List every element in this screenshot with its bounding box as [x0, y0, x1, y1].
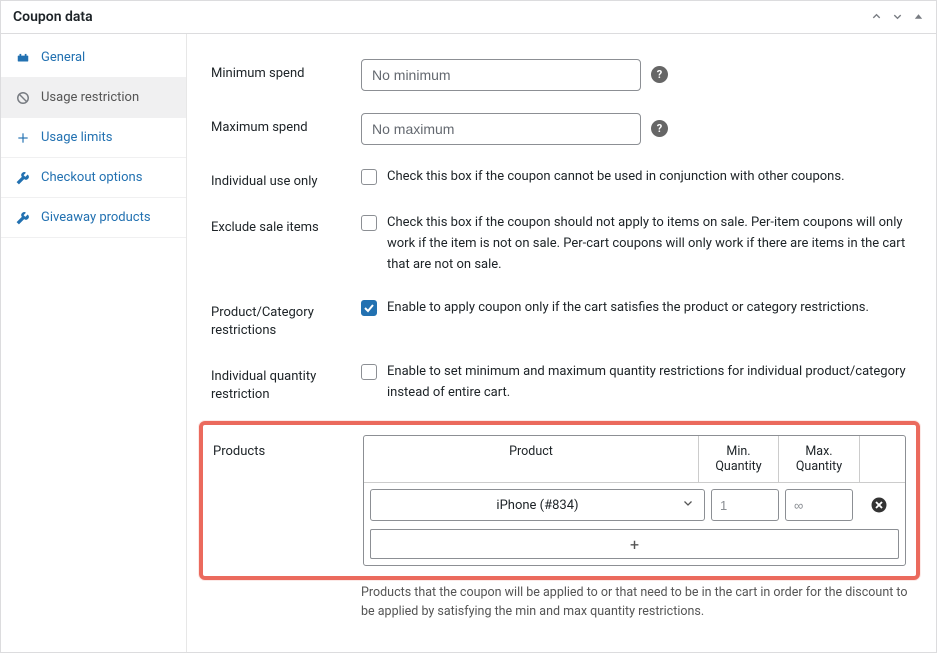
- col-min-qty: Min. Quantity: [699, 436, 779, 482]
- sliders-icon: [15, 131, 31, 145]
- iq-restriction-text: Enable to set minimum and maximum quanti…: [387, 362, 912, 404]
- coupon-data-panel: Coupon data General: [0, 0, 937, 653]
- individual-use-checkbox[interactable]: [361, 169, 377, 185]
- product-select-value: iPhone (#834): [496, 498, 578, 513]
- help-icon[interactable]: ?: [651, 66, 668, 83]
- max-qty-input[interactable]: [785, 489, 853, 521]
- exclude-sale-checkbox[interactable]: [361, 215, 377, 231]
- panel-body: General Usage restriction Usage limits C…: [1, 34, 936, 652]
- products-highlight: Products Product Min. Quantity Max. Quan…: [199, 421, 920, 580]
- row-maximum-spend: Maximum spend ?: [211, 102, 912, 156]
- label-pc-restrictions: Product/Category restrictions: [211, 298, 361, 340]
- add-product-button[interactable]: +: [370, 529, 899, 559]
- ban-icon: [15, 91, 31, 105]
- panel-title: Coupon data: [13, 9, 93, 25]
- products-table: Product Min. Quantity Max. Quantity iPho…: [363, 435, 906, 566]
- min-qty-input[interactable]: [711, 489, 779, 521]
- product-select[interactable]: iPhone (#834): [370, 489, 705, 521]
- label-products: Products: [213, 435, 363, 461]
- collapse-icon[interactable]: [913, 11, 924, 24]
- maximum-spend-input[interactable]: [361, 113, 641, 145]
- panel-controls: [871, 11, 924, 24]
- individual-use-text: Check this box if the coupon cannot be u…: [387, 167, 845, 188]
- wrench-icon: [15, 211, 31, 225]
- chevron-down-icon: [682, 497, 694, 513]
- minimum-spend-input[interactable]: [361, 59, 641, 91]
- row-minimum-spend: Minimum spend ?: [211, 48, 912, 102]
- close-icon: [870, 496, 888, 514]
- sidebar-item-label: Checkout options: [41, 170, 142, 185]
- label-maximum-spend: Maximum spend: [211, 113, 361, 137]
- panel-header: Coupon data: [1, 1, 936, 34]
- row-pc-restrictions: Product/Category restrictions Enable to …: [211, 287, 912, 351]
- label-iq-restriction: Individual quantity restriction: [211, 362, 361, 404]
- iq-restriction-checkbox[interactable]: [361, 364, 377, 380]
- pc-restrictions-checkbox[interactable]: [361, 300, 377, 316]
- sidebar-item-label: Giveaway products: [41, 210, 151, 225]
- move-down-icon[interactable]: [892, 11, 903, 24]
- sidebar-item-general[interactable]: General: [1, 38, 186, 78]
- sidebar-item-usage-limits[interactable]: Usage limits: [1, 118, 186, 158]
- move-up-icon[interactable]: [871, 11, 882, 24]
- remove-row-button[interactable]: [859, 496, 899, 514]
- sidebar: General Usage restriction Usage limits C…: [1, 34, 187, 652]
- label-individual-use: Individual use only: [211, 167, 361, 191]
- col-product: Product: [364, 436, 699, 482]
- col-delete: [859, 436, 905, 482]
- row-exclude-sale: Exclude sale items Check this box if the…: [211, 202, 912, 286]
- sidebar-item-checkout-options[interactable]: Checkout options: [1, 158, 186, 198]
- sidebar-item-label: General: [41, 50, 85, 65]
- label-minimum-spend: Minimum spend: [211, 59, 361, 83]
- sidebar-item-label: Usage limits: [41, 130, 112, 145]
- pc-restrictions-text: Enable to apply coupon only if the cart …: [387, 298, 869, 319]
- wrench-icon: [15, 171, 31, 185]
- col-max-qty: Max. Quantity: [779, 436, 859, 482]
- sidebar-item-label: Usage restriction: [41, 90, 139, 105]
- plus-icon: +: [630, 535, 639, 554]
- product-row: iPhone (#834): [364, 483, 905, 527]
- sidebar-item-giveaway-products[interactable]: Giveaway products: [1, 198, 186, 238]
- row-iq-restriction: Individual quantity restriction Enable t…: [211, 351, 912, 415]
- help-icon[interactable]: ?: [651, 120, 668, 137]
- products-hint: Products that the coupon will be applied…: [361, 584, 912, 622]
- products-table-header: Product Min. Quantity Max. Quantity: [364, 436, 905, 483]
- label-exclude-sale: Exclude sale items: [211, 213, 361, 237]
- exclude-sale-text: Check this box if the coupon should not …: [387, 213, 912, 275]
- content-area: Minimum spend ? Maximum spend ? Individu…: [187, 34, 936, 652]
- row-individual-use: Individual use only Check this box if th…: [211, 156, 912, 202]
- sidebar-item-usage-restriction[interactable]: Usage restriction: [1, 78, 186, 118]
- tag-icon: [15, 51, 31, 65]
